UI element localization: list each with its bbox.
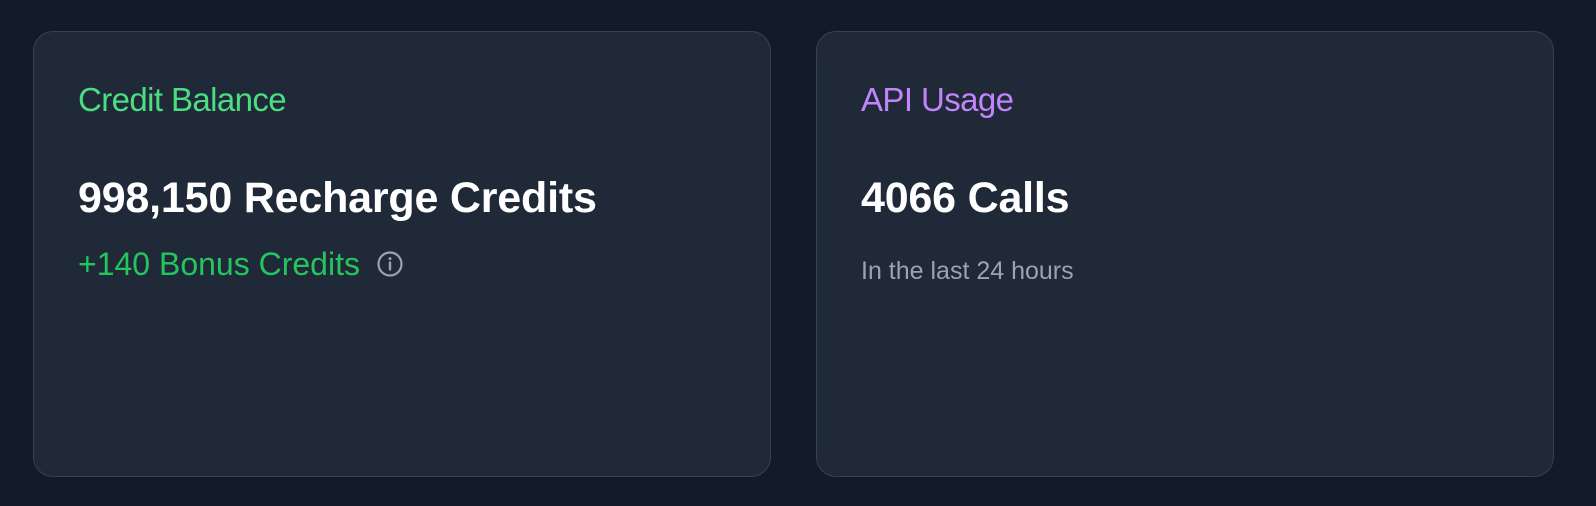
api-usage-period: In the last 24 hours — [861, 257, 1074, 285]
credit-balance-title: Credit Balance — [78, 81, 287, 118]
api-usage-title: API Usage — [861, 81, 1014, 118]
bonus-credits-row: +140 Bonus Credits — [78, 242, 404, 286]
api-calls-value: 4066 Calls — [861, 174, 1070, 222]
api-usage-card: API Usage 4066 Calls In the last 24 hour… — [816, 31, 1554, 477]
credit-balance-card: Credit Balance 998,150 Recharge Credits … — [33, 31, 771, 477]
recharge-credits-value: 998,150 Recharge Credits — [78, 174, 597, 222]
bonus-credits-value: +140 Bonus Credits — [78, 246, 360, 282]
info-icon[interactable] — [376, 250, 404, 278]
